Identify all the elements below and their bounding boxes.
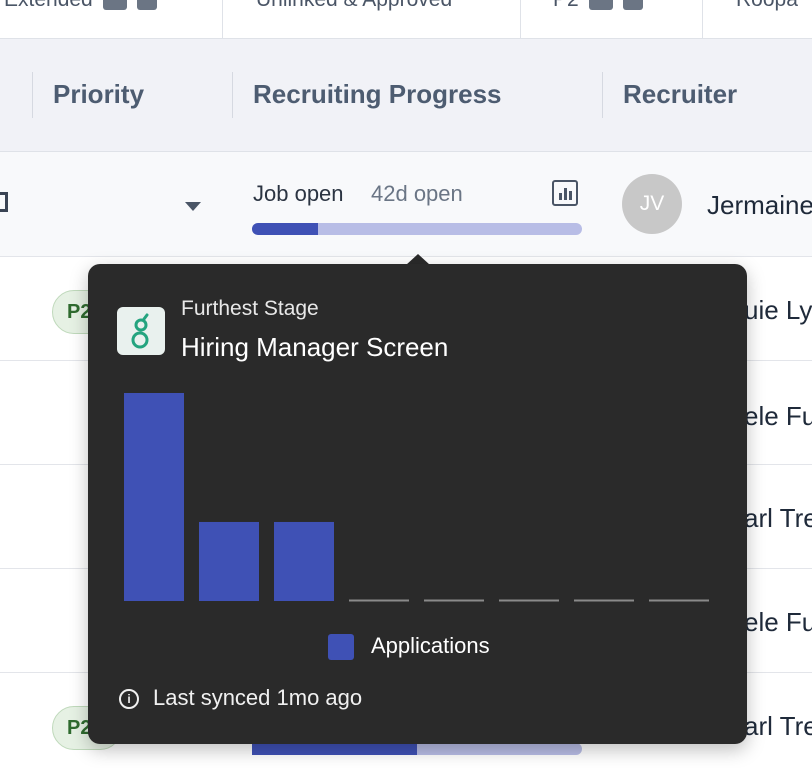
- chart-bar: [274, 521, 334, 601]
- recruiter-name[interactable]: arl Tre: [744, 503, 812, 534]
- progress-bar[interactable]: [252, 743, 582, 755]
- legend-swatch: [328, 634, 354, 660]
- top-divider: [520, 0, 521, 38]
- recruiter-name[interactable]: uie Ly: [744, 295, 812, 326]
- progress-bar-fill: [252, 223, 318, 235]
- applications-bar-chart: [124, 393, 709, 602]
- avatar: JV: [622, 174, 682, 234]
- top-cell-1-text: Extended: [4, 0, 93, 12]
- header-separator: [232, 72, 233, 118]
- recruiter-name[interactable]: Jermaine: [707, 190, 812, 221]
- days-open: 42d open: [371, 181, 463, 206]
- table-header: Priority Recruiting Progress Recruiter: [0, 39, 812, 152]
- top-cell-4-text: Roopa: [736, 0, 798, 12]
- chart-bar: [124, 393, 184, 601]
- bar-chart-icon[interactable]: [552, 180, 578, 206]
- recruiter-name[interactable]: ele Fu: [744, 401, 812, 432]
- top-cell-2: Unlinked & Approved: [256, 0, 452, 12]
- contact-card-icon: [102, 0, 127, 10]
- table-row[interactable]: Job open 42d open JV Jermaine: [0, 152, 812, 257]
- contact-card-icon: [588, 0, 613, 10]
- column-header-priority[interactable]: Priority: [53, 79, 144, 110]
- progress-bar-fill: [252, 743, 417, 755]
- external-link-icon[interactable]: [0, 192, 8, 212]
- column-header-recruiter[interactable]: Recruiter: [623, 79, 737, 110]
- header-separator: [602, 72, 603, 118]
- top-divider: [702, 0, 703, 38]
- header-separator: [32, 72, 33, 118]
- column-header-recruiting-progress[interactable]: Recruiting Progress: [253, 79, 502, 110]
- columns-icon: [136, 0, 157, 10]
- recruiter-name[interactable]: ele Fu: [744, 607, 812, 638]
- progress-bar[interactable]: [252, 223, 582, 235]
- job-status: Job open: [253, 181, 344, 206]
- top-divider: [222, 0, 223, 38]
- top-cell-2-text: Unlinked & Approved: [256, 0, 452, 12]
- top-cell-3: P2: [553, 0, 643, 12]
- dropdown-caret-icon[interactable]: [185, 202, 201, 211]
- columns-icon: [622, 0, 643, 10]
- last-synced: Last synced 1mo ago: [153, 685, 363, 710]
- chart-bar: [199, 521, 259, 601]
- furthest-stage-tooltip: Furthest Stage Hiring Manager Screen App…: [88, 264, 747, 744]
- top-row: Extended Unlinked & Approved P2 Roopa: [0, 0, 812, 39]
- legend-label: Applications: [371, 633, 490, 658]
- top-cell-1: Extended: [4, 0, 157, 12]
- info-icon: i: [119, 689, 139, 709]
- top-cell-4: Roopa: [736, 0, 798, 12]
- top-cell-3-text: P2: [553, 0, 579, 12]
- recruiter-name[interactable]: arl Tre: [744, 711, 812, 742]
